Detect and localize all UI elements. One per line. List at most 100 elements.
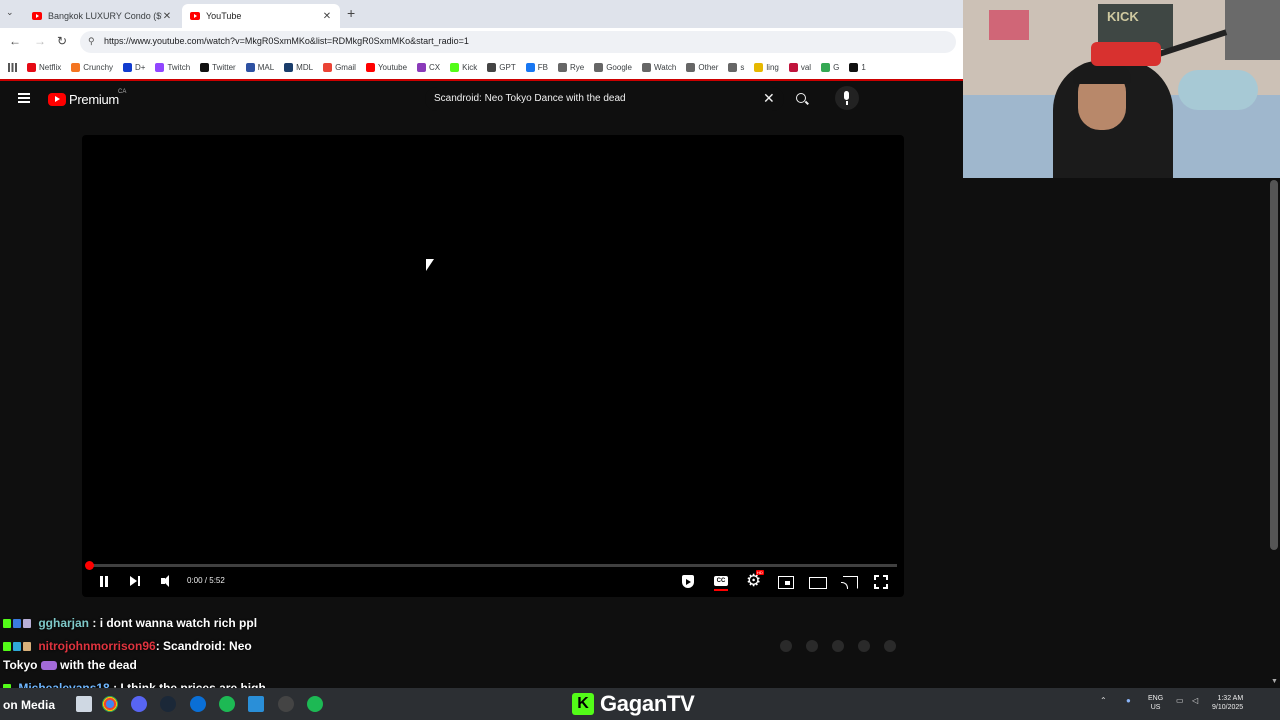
reload-icon[interactable]: ↻ xyxy=(57,34,67,48)
microphone-icon[interactable] xyxy=(835,86,859,110)
address-bar[interactable]: ⚲ https://www.youtube.com/watch?v=MkgR0S… xyxy=(80,31,956,53)
bookmark-other[interactable]: Other xyxy=(686,62,718,72)
placeholder-dot xyxy=(806,640,818,652)
battlenet-icon[interactable] xyxy=(190,696,206,712)
chrome-icon[interactable] xyxy=(102,696,118,712)
spotify-icon[interactable] xyxy=(219,696,235,712)
tab-youtube[interactable]: YouTube ✕ xyxy=(182,4,340,28)
volume-icon[interactable] xyxy=(161,573,175,591)
bookmark-label: FB xyxy=(537,62,548,72)
app-icon[interactable] xyxy=(248,696,264,712)
next-icon[interactable] xyxy=(129,573,141,591)
microphone-tray-icon[interactable]: ● xyxy=(1126,696,1131,705)
kick-badge-icon xyxy=(3,619,11,628)
site-info-icon[interactable]: ⚲ xyxy=(88,36,95,47)
miniplayer-icon[interactable] xyxy=(777,573,794,591)
channel-name: GaganTV xyxy=(600,691,695,716)
bookmark-1[interactable]: 1 xyxy=(849,62,866,72)
bookmark-twitter[interactable]: Twitter xyxy=(200,62,236,72)
bookmark-label: 1 xyxy=(861,62,866,72)
sub-badge-icon xyxy=(13,642,21,651)
bookmark-crunchy[interactable]: Crunchy xyxy=(71,62,113,72)
bookmark-cx[interactable]: CX xyxy=(417,62,441,72)
apps-grid-icon[interactable] xyxy=(8,62,17,72)
bookmark-mal[interactable]: MAL xyxy=(245,62,274,72)
mouse-cursor-icon xyxy=(426,259,434,271)
obs-icon[interactable] xyxy=(278,696,294,712)
bookmark-val[interactable]: val xyxy=(788,62,811,72)
tab-bangkok[interactable]: Bangkok LUXURY Condo ($900... ✕ xyxy=(24,4,180,28)
forward-arrow-icon[interactable]: → xyxy=(34,34,46,48)
brand-label[interactable]: Premium xyxy=(69,92,119,107)
bookmark-gpt[interactable]: GPT xyxy=(487,62,516,72)
bookmark-rye[interactable]: Rye xyxy=(557,62,584,72)
captions-icon[interactable] xyxy=(713,573,729,591)
chat-message: nitrojohnmorrison96: Scandroid: Neo xyxy=(3,639,252,653)
steam-icon[interactable] xyxy=(160,696,176,712)
video-player[interactable]: 0:00 / 5:52 xyxy=(82,135,904,597)
bookmark-youtube[interactable]: Youtube xyxy=(365,62,408,72)
language-indicator[interactable]: ENG US xyxy=(1148,694,1163,712)
bookmark-s[interactable]: s xyxy=(728,62,744,72)
search-query: Scandroid: Neo Tokyo Dance with the dead xyxy=(434,93,626,104)
menu-icon[interactable] xyxy=(18,93,30,103)
bookmark-kick[interactable]: Kick xyxy=(450,62,478,72)
bookmark-favicon-icon xyxy=(71,62,81,72)
clear-search-icon[interactable]: ✕ xyxy=(763,90,775,107)
close-icon[interactable]: ✕ xyxy=(162,11,172,22)
bookmark-favicon-icon xyxy=(284,62,294,72)
bookmark-watch[interactable]: Watch xyxy=(642,62,676,72)
channel-brand: K GaganTV xyxy=(572,690,695,718)
bookmark-ling[interactable]: ling xyxy=(754,62,779,72)
file-explorer-icon[interactable] xyxy=(76,696,92,712)
pause-icon[interactable] xyxy=(98,573,110,591)
fullscreen-icon[interactable] xyxy=(874,573,888,591)
new-tab-icon[interactable]: + xyxy=(347,5,355,21)
bookmark-label: CX xyxy=(429,62,441,72)
webcam-poster-text: KICK xyxy=(1107,9,1139,24)
bookmark-label: Kick xyxy=(462,62,478,72)
cast-icon[interactable] xyxy=(841,573,858,591)
bookmark-gmail[interactable]: Gmail xyxy=(323,62,356,72)
network-icon[interactable]: ▭ xyxy=(1176,696,1184,705)
chat-text-overflow: on Media xyxy=(3,698,56,712)
theater-mode-icon[interactable] xyxy=(809,573,827,591)
settings-gear-icon[interactable] xyxy=(746,570,764,591)
region-code: US xyxy=(1150,704,1161,711)
bookmark-favicon-icon xyxy=(365,62,375,72)
bookmark-label: Youtube xyxy=(377,62,408,72)
close-icon[interactable]: ✕ xyxy=(322,11,332,22)
clock[interactable]: 1:32 AM 9/10/2025 xyxy=(1212,694,1243,712)
bookmark-g[interactable]: G xyxy=(821,62,839,72)
bookmark-favicon-icon xyxy=(849,62,859,72)
scroll-down-arrow-icon[interactable]: ▼ xyxy=(1271,678,1278,685)
tray-chevron-icon[interactable]: ⌃ xyxy=(1100,696,1107,705)
back-arrow-icon[interactable]: ← xyxy=(9,34,21,48)
clock-time: 1:32 AM xyxy=(1217,695,1244,702)
spotify-icon[interactable] xyxy=(307,696,323,712)
bookmark-favicon-icon xyxy=(245,62,255,72)
search-icon[interactable] xyxy=(789,87,815,111)
scrubber-handle[interactable] xyxy=(85,561,94,570)
time-display: 0:00 / 5:52 xyxy=(187,576,225,585)
bookmark-label: GPT xyxy=(499,62,516,72)
bookmark-favicon-icon xyxy=(728,62,738,72)
bookmark-d-[interactable]: D+ xyxy=(123,62,146,72)
bookmark-label: D+ xyxy=(135,62,146,72)
discord-icon[interactable] xyxy=(131,696,147,712)
tab-search-icon[interactable]: ⌄ xyxy=(6,7,14,18)
loading-placeholder xyxy=(780,640,896,652)
page-scrollbar[interactable] xyxy=(1270,180,1278,550)
youtube-logo-icon[interactable] xyxy=(48,93,66,106)
progress-bar[interactable] xyxy=(89,564,897,567)
volume-tray-icon[interactable]: ◁ xyxy=(1192,696,1198,705)
bookmark-netflix[interactable]: Netflix xyxy=(27,62,61,72)
bookmark-fb[interactable]: FB xyxy=(525,62,548,72)
ad-block-shield-icon[interactable] xyxy=(680,573,696,591)
bookmark-google[interactable]: Google xyxy=(594,62,632,72)
bookmark-twitch[interactable]: Twitch xyxy=(155,62,190,72)
bookmark-label: Google xyxy=(606,62,632,72)
bookmark-mdl[interactable]: MDL xyxy=(284,62,313,72)
bookmark-favicon-icon xyxy=(754,62,764,72)
search-input[interactable]: Scandroid: Neo Tokyo Dance with the dead… xyxy=(425,87,784,111)
